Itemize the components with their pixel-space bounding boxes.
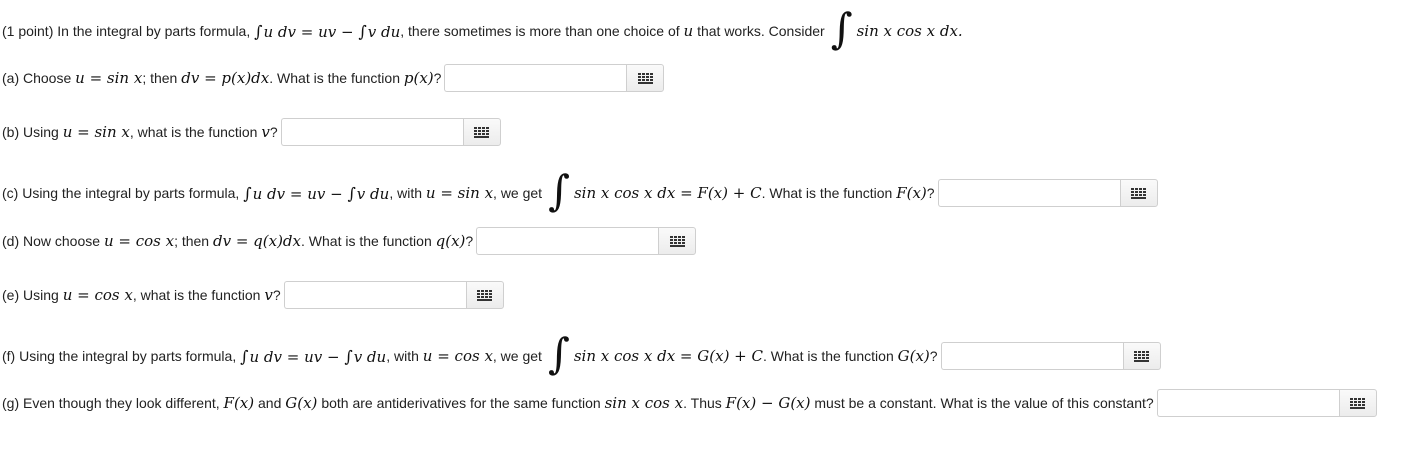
intro-tail: that works. Consider — [697, 23, 825, 39]
part-d-dv: dv = q(x)dx — [212, 232, 301, 250]
equation-editor-button-d[interactable] — [658, 227, 697, 255]
part-b: (b) Using u = sin x , what is the functi… — [2, 118, 501, 146]
equation-editor-button-f[interactable] — [1122, 342, 1161, 370]
answer-input-f[interactable] — [940, 342, 1123, 370]
part-b-func: v — [261, 123, 270, 141]
equation-editor-button-e[interactable] — [465, 281, 504, 309]
keypad-icon — [474, 126, 490, 138]
part-g-mid: both are antiderivatives for the same fu… — [321, 395, 601, 411]
answer-field-e — [283, 281, 504, 309]
part-e-question: , what is the function — [132, 287, 261, 303]
part-g-G: G(x) — [285, 394, 318, 412]
part-c-qmark: ? — [926, 185, 935, 201]
part-a-u: u = sin x — [75, 69, 143, 87]
part-c-func: F(x) — [896, 184, 927, 202]
keypad-icon — [669, 235, 685, 247]
part-g-question: must be a constant. What is the value of… — [814, 395, 1154, 411]
part-e: (e) Using u = cos x , what is the functi… — [2, 281, 504, 309]
part-d: (d) Now choose u = cos x ; then dv = q(x… — [2, 227, 697, 255]
part-f-with: , with — [386, 348, 419, 364]
part-a-qmark: ? — [433, 70, 442, 86]
part-g: (g) Even though they look different, F(x… — [2, 389, 1377, 417]
part-c-formula: ∫u dv = uv − ∫v du — [243, 183, 390, 203]
answer-input-d[interactable] — [476, 227, 659, 255]
answer-field-d — [476, 227, 697, 255]
part-f-question: . What is the function — [763, 348, 894, 364]
part-d-u: u = cos x — [103, 232, 175, 250]
part-d-prefix: (d) Now choose — [2, 233, 101, 249]
intro-prefix: (1 point) In the integral by parts formu… — [2, 23, 251, 39]
part-f-weget: , we get — [492, 348, 542, 364]
part-f-u: u = cos x — [422, 347, 493, 365]
part-c-weget: , we get — [493, 185, 543, 201]
part-a-mid: ; then — [142, 70, 178, 86]
part-e-u: u = cos x — [62, 286, 133, 304]
answer-field-f — [940, 342, 1161, 370]
equation-editor-button-a[interactable] — [626, 64, 665, 92]
part-f-prefix: (f) Using the integral by parts formula, — [2, 348, 237, 364]
answer-field-c — [937, 179, 1158, 207]
part-d-func: q(x) — [435, 232, 466, 250]
part-f-integrand: sin x cos x dx = G(x) + C — [573, 347, 763, 365]
answer-field-g — [1156, 389, 1377, 417]
part-b-question: , what is the function — [129, 124, 258, 140]
answer-input-g[interactable] — [1156, 389, 1339, 417]
intro-integrand: sin x cos x dx. — [856, 22, 963, 40]
part-a-prefix: (a) Choose — [2, 70, 72, 86]
part-g-function: sin x cos x — [604, 394, 684, 412]
equation-editor-button-g[interactable] — [1338, 389, 1377, 417]
part-e-prefix: (e) Using — [2, 287, 59, 303]
intro-mid: , there sometimes is more than one choic… — [400, 23, 680, 39]
part-g-and: and — [258, 395, 282, 411]
part-e-func: v — [264, 286, 273, 304]
answer-field-b — [280, 118, 501, 146]
part-a-dv: dv = p(x)dx — [181, 69, 270, 87]
keypad-icon — [1350, 397, 1366, 409]
keypad-icon — [1131, 187, 1147, 199]
equation-editor-button-c[interactable] — [1119, 179, 1158, 207]
answer-input-a[interactable] — [444, 64, 627, 92]
part-e-qmark: ? — [272, 287, 281, 303]
part-c-question: . What is the function — [761, 185, 893, 201]
answer-input-b[interactable] — [280, 118, 463, 146]
intro-u: u — [683, 22, 694, 40]
integral-sign: ∫ — [830, 4, 853, 53]
part-d-qmark: ? — [465, 233, 474, 249]
part-a-func: p(x) — [403, 69, 434, 87]
equation-editor-button-b[interactable] — [462, 118, 501, 146]
integral-sign: ∫ — [548, 166, 570, 215]
part-f: (f) Using the integral by parts formula,… — [2, 329, 1161, 378]
intro-formula: ∫u dv = uv − ∫v du — [254, 21, 401, 41]
part-c: (c) Using the integral by parts formula,… — [2, 166, 1158, 215]
part-d-question: . What is the function — [301, 233, 432, 249]
keypad-icon — [1134, 350, 1150, 362]
part-b-qmark: ? — [269, 124, 278, 140]
answer-input-c[interactable] — [937, 179, 1120, 207]
intro-line: (1 point) In the integral by parts formu… — [2, 4, 963, 53]
answer-field-a — [444, 64, 665, 92]
part-g-thus: . Thus — [683, 395, 722, 411]
part-g-F: F(x) — [223, 394, 255, 412]
part-c-integrand: sin x cos x dx = F(x) + C — [573, 184, 762, 202]
part-b-u: u = sin x — [62, 123, 130, 141]
answer-input-e[interactable] — [283, 281, 466, 309]
keypad-icon — [477, 289, 493, 301]
keypad-icon — [637, 72, 653, 84]
part-g-diff: F(x) − G(x) — [725, 394, 811, 412]
part-d-mid: ; then — [174, 233, 210, 249]
part-b-prefix: (b) Using — [2, 124, 59, 140]
part-a: (a) Choose u = sin x ; then dv = p(x)dx … — [2, 64, 665, 92]
part-f-func: G(x) — [897, 347, 930, 365]
part-c-prefix: (c) Using the integral by parts formula, — [2, 185, 240, 201]
part-f-qmark: ? — [929, 348, 938, 364]
integral-sign: ∫ — [547, 329, 570, 378]
part-f-formula: ∫u dv = uv − ∫v du — [240, 346, 387, 366]
part-a-question: . What is the function — [269, 70, 400, 86]
part-g-prefix: (g) Even though they look different, — [2, 395, 220, 411]
part-c-u: u = sin x — [425, 184, 494, 202]
part-c-with: , with — [389, 185, 422, 201]
